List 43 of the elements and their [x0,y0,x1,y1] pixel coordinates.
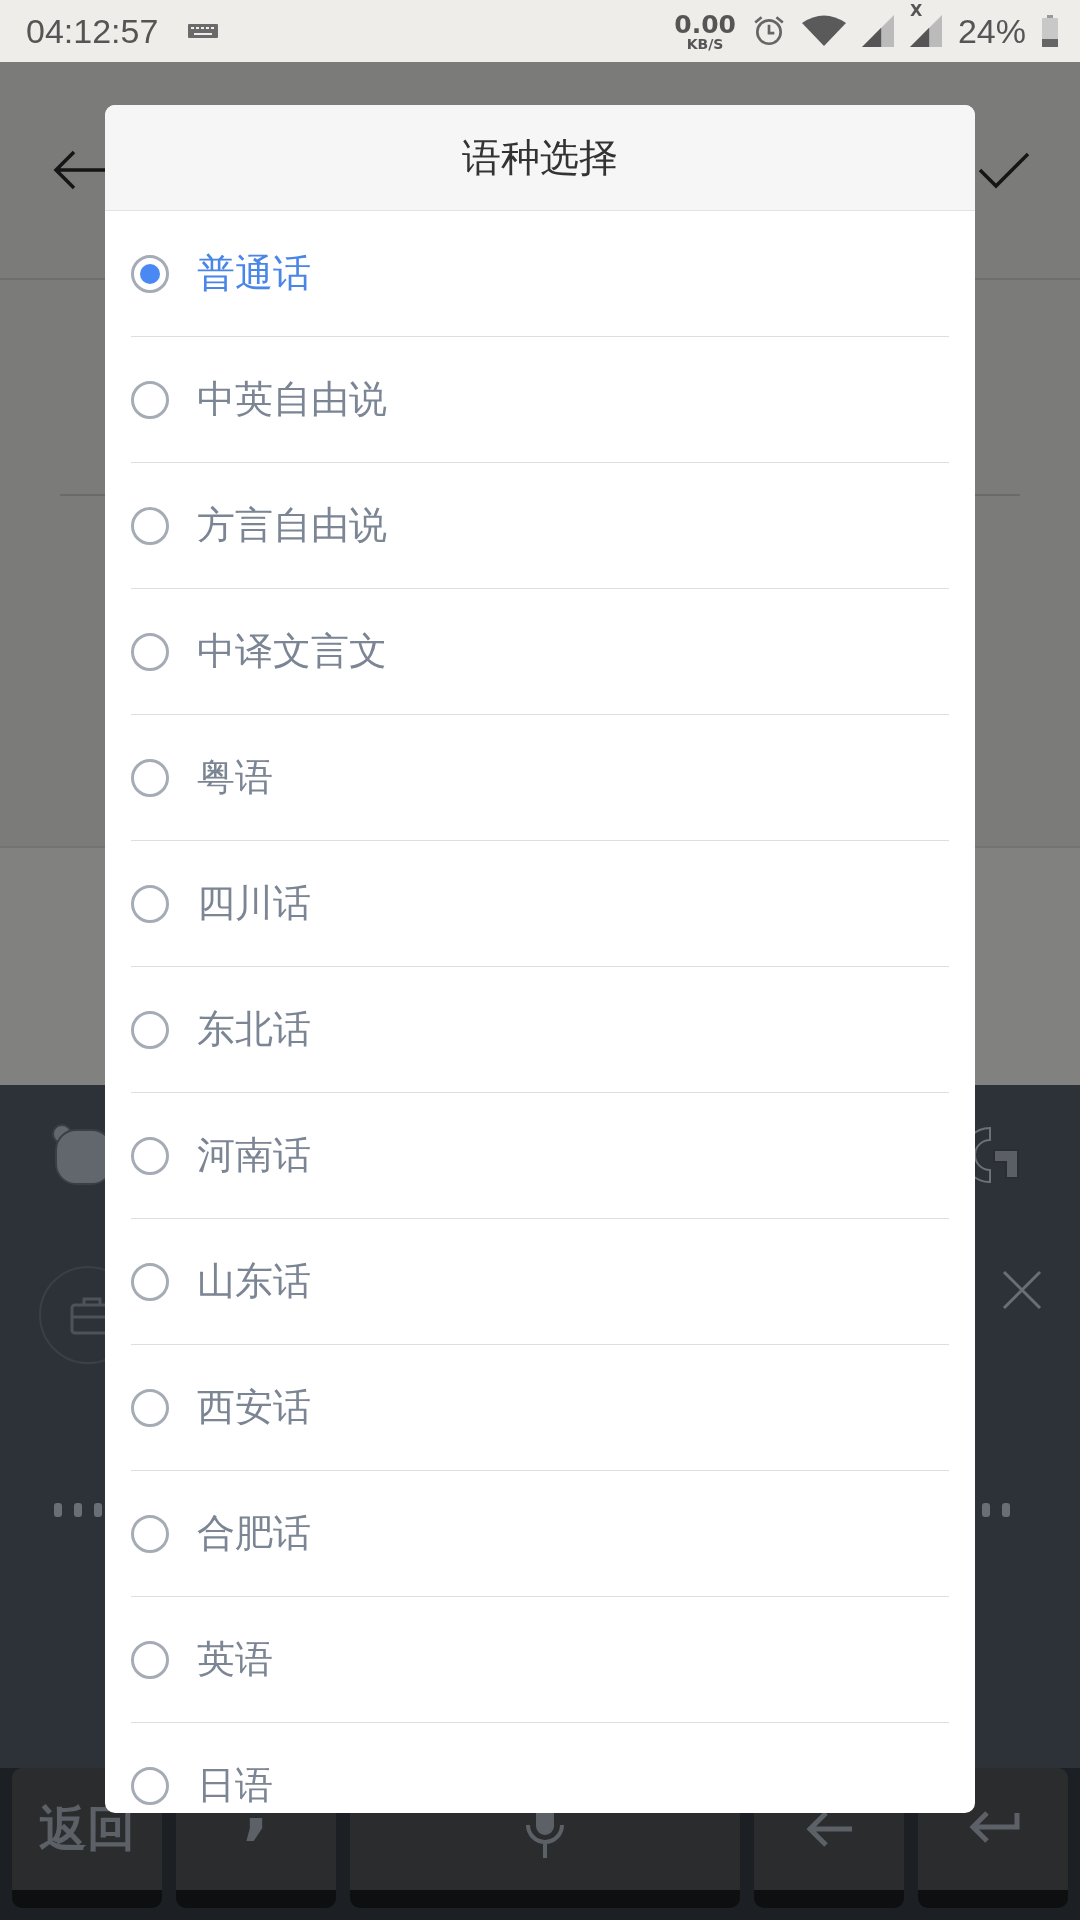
language-option[interactable]: 东北话 [131,967,949,1093]
keyboard-icon [188,24,219,38]
language-option[interactable]: 河南话 [131,1093,949,1219]
close-icon[interactable] [1002,1270,1042,1310]
wifi-icon [801,14,846,48]
alarm-icon [751,14,786,48]
dialog-title: 语种选择 [105,105,975,211]
language-option[interactable]: 西安话 [131,1345,949,1471]
language-option[interactable]: 方言自由说 [131,463,949,589]
radio-button[interactable] [131,1262,169,1301]
radio-button[interactable] [131,1514,169,1553]
language-option[interactable]: 英语 [131,1597,949,1723]
language-option[interactable]: 中译文言文 [131,589,949,715]
left-arrow-icon [804,1811,854,1847]
radio-button[interactable] [131,1388,169,1427]
language-option[interactable]: 合肥话 [131,1471,949,1597]
check-icon[interactable] [978,150,1030,190]
language-option[interactable]: 中英自由说 [131,337,949,463]
back-arrow-icon[interactable] [52,150,108,190]
language-option[interactable]: 普通话 [131,211,949,337]
network-type-label: X [909,1,923,20]
dots-icon[interactable] [54,1503,104,1517]
radio-button[interactable] [131,632,169,671]
dots-icon[interactable] [982,1503,1012,1517]
language-option[interactable]: 山东话 [131,1219,949,1345]
radio-button[interactable] [131,1640,169,1679]
speed-unit: KB/S [686,36,724,51]
language-option[interactable]: 粤语 [131,715,949,841]
radio-button[interactable] [131,884,169,923]
battery-icon [1042,15,1058,47]
signal-icon [861,15,894,47]
radio-button[interactable] [131,1136,169,1175]
radio-button[interactable] [131,1766,169,1805]
clock: 04:12:57 [26,11,159,51]
signal-icon [909,15,942,47]
network-speed: 0.00 [674,11,736,37]
battery-level: 24% [957,11,1026,51]
radio-button[interactable] [131,758,169,797]
radio-button[interactable] [131,254,169,293]
radio-button[interactable] [131,380,169,419]
language-option[interactable]: 四川话 [131,841,949,967]
radio-button[interactable] [131,506,169,545]
radio-button[interactable] [131,1010,169,1049]
